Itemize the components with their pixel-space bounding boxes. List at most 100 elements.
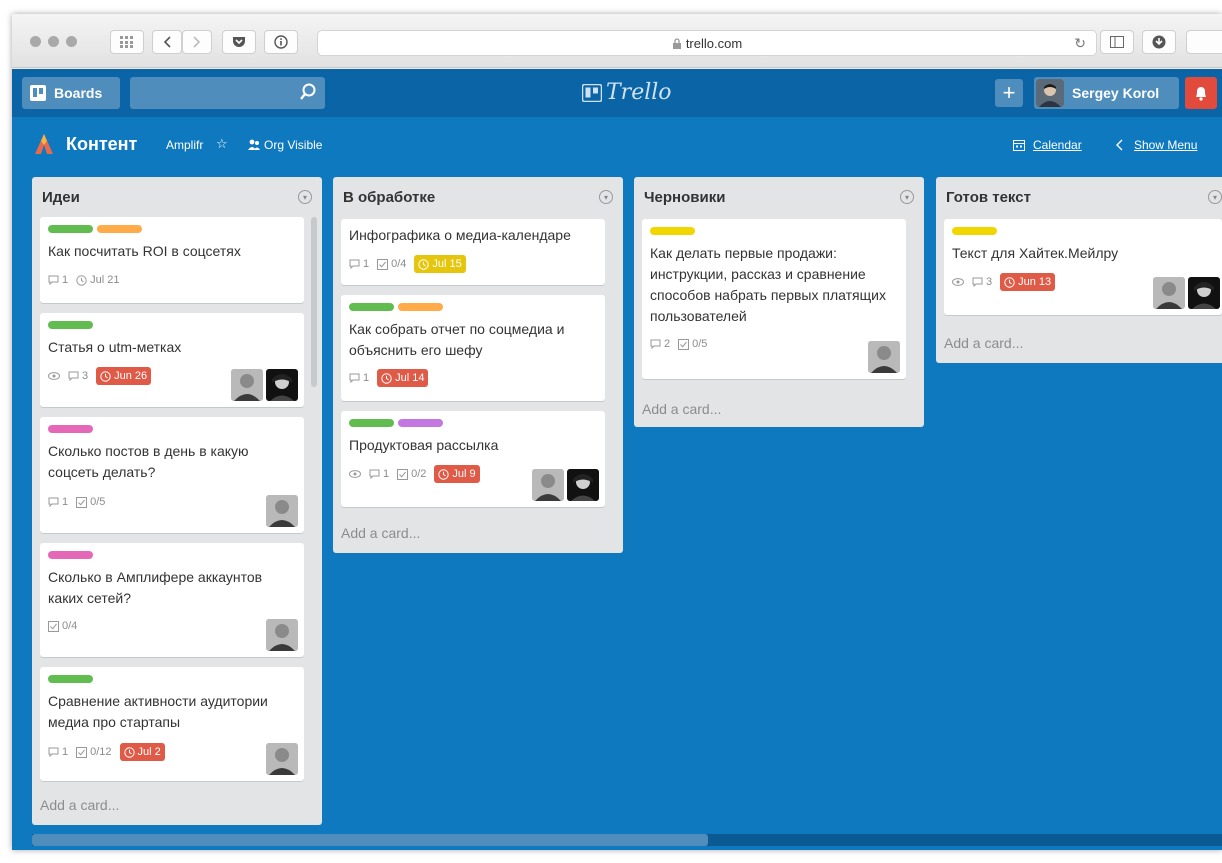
avatar[interactable] [266, 495, 298, 527]
comment-icon [349, 373, 360, 383]
clock-icon [381, 372, 392, 384]
board-title[interactable]: Контент [66, 134, 137, 155]
watch-icon [349, 465, 361, 483]
visibility-button[interactable]: Org Visible [264, 138, 322, 152]
checkbox-icon [76, 496, 88, 508]
pocket-button[interactable] [222, 30, 256, 54]
label-yellow [952, 227, 997, 235]
comments-badge: 1 [349, 255, 369, 273]
team-name[interactable]: Amplifr [166, 138, 203, 152]
avatar[interactable] [266, 743, 298, 775]
trello-logo-icon [582, 83, 602, 102]
watch-icon [48, 367, 60, 385]
checkbox-icon [48, 620, 59, 632]
window-minimize-button[interactable] [48, 36, 59, 47]
add-card-button[interactable]: Add a card... [341, 525, 420, 541]
comment-icon [48, 275, 59, 285]
avatar[interactable] [1188, 277, 1220, 309]
card-title: Сравнение активности аудитории медиа про… [48, 693, 268, 730]
list-title[interactable]: Черновики [644, 189, 725, 206]
back-button[interactable] [152, 30, 182, 54]
avatar[interactable] [266, 369, 298, 401]
due-date-badge: Jul 2 [119, 743, 165, 761]
card[interactable]: Инфографика о медиа-календаре 1 0/4 Jul … [341, 219, 605, 285]
show-menu-link[interactable]: Show Menu [1134, 138, 1197, 152]
add-card-button[interactable]: Add a card... [944, 335, 1023, 351]
boards-button[interactable]: Boards [22, 77, 120, 109]
info-button[interactable] [264, 30, 298, 54]
board-scrollbar-thumb[interactable] [32, 834, 708, 846]
list-title[interactable]: Идеи [42, 189, 80, 206]
list-menu-icon[interactable]: ▾ [599, 190, 613, 204]
list-menu-icon[interactable]: ▾ [1208, 190, 1222, 204]
avatar[interactable] [868, 341, 900, 373]
card-title: Сколько постов в день в какую соцсеть де… [48, 443, 249, 480]
comments-badge: 1 [48, 743, 68, 761]
card-title: Как собрать отчет по соцмедиа и объяснит… [349, 321, 565, 358]
sidebar-toggle-button[interactable] [1100, 30, 1134, 54]
due-date-badge: Jun 26 [96, 367, 152, 385]
list-title[interactable]: Готов текст [946, 189, 1031, 206]
comment-icon [972, 277, 983, 287]
window-close-button[interactable] [30, 36, 41, 47]
card[interactable]: Сколько в Амплифере аккаунтов каких сете… [40, 543, 304, 657]
grid-icon[interactable] [110, 30, 144, 54]
card[interactable]: Как собрать отчет по соцмедиа и объяснит… [341, 295, 605, 401]
card[interactable]: Статья о utm-метках 3 Jun 26 [40, 313, 304, 407]
add-card-button[interactable]: Add a card... [642, 401, 721, 417]
chevron-left-icon [1116, 139, 1123, 151]
checkbox-icon [76, 746, 88, 758]
avatar[interactable] [1153, 277, 1185, 309]
label-green [48, 321, 93, 329]
list-menu-icon[interactable]: ▾ [298, 190, 312, 204]
add-card-button[interactable]: Add a card... [40, 797, 119, 813]
boards-icon [30, 85, 46, 101]
card[interactable]: Как посчитать ROI в соцсетях 1 Jul 21 [40, 217, 304, 303]
window-zoom-button[interactable] [66, 36, 77, 47]
list-menu-icon[interactable]: ▾ [900, 190, 914, 204]
label-green [48, 675, 93, 683]
trello-logo[interactable]: Trello [582, 80, 672, 105]
reload-icon[interactable]: ↻ [1074, 35, 1086, 52]
list-scrollbar[interactable] [311, 217, 317, 387]
due-date-badge: Jul 15 [414, 255, 466, 273]
list-title[interactable]: В обработке [343, 189, 435, 206]
checkbox-icon [377, 258, 389, 270]
clock-icon [123, 746, 135, 758]
avatar[interactable] [266, 619, 298, 651]
trello-header: Boards Trello + Sergey Korol [12, 69, 1222, 117]
downloads-button[interactable] [1142, 30, 1176, 54]
forward-button[interactable] [182, 30, 212, 54]
user-menu-button[interactable]: Sergey Korol [1034, 77, 1179, 109]
pocket-icon [233, 37, 245, 47]
amplifr-logo-icon [35, 134, 53, 154]
card-title: Текст для Хайтек.Мейлру [952, 245, 1119, 261]
notifications-button[interactable] [1185, 77, 1217, 109]
avatar[interactable] [231, 369, 263, 401]
comments-badge: 3 [972, 273, 992, 291]
address-bar[interactable]: trello.com ↻ [317, 30, 1097, 56]
clock-icon [76, 274, 87, 286]
chevron-left-icon [163, 36, 171, 48]
label-green [349, 419, 394, 427]
card[interactable]: Продуктовая рассылка 1 0/2 Jul 9 [341, 411, 605, 507]
download-icon [1152, 35, 1166, 49]
label-pink [48, 425, 93, 433]
avatar[interactable] [532, 469, 564, 501]
avatar[interactable] [567, 469, 599, 501]
new-tab-button[interactable] [1186, 30, 1222, 54]
card[interactable]: Сколько постов в день в какую соцсеть де… [40, 417, 304, 533]
card[interactable]: Сравнение активности аудитории медиа про… [40, 667, 304, 781]
label-orange [398, 303, 443, 311]
card-title: Как делать первые продажи: инструкции, р… [650, 245, 886, 324]
comments-badge: 1 [349, 369, 369, 387]
search-input[interactable] [130, 77, 325, 109]
comment-icon [48, 747, 59, 757]
card[interactable]: Текст для Хайтек.Мейлру 3 Jun 13 [944, 219, 1222, 315]
star-icon[interactable]: ☆ [216, 136, 228, 152]
calendar-link[interactable]: Calendar [1033, 138, 1082, 152]
add-button[interactable]: + [995, 79, 1023, 107]
comments-badge: 3 [68, 367, 88, 385]
card[interactable]: Как делать первые продажи: инструкции, р… [642, 219, 906, 379]
label-pink [48, 551, 93, 559]
